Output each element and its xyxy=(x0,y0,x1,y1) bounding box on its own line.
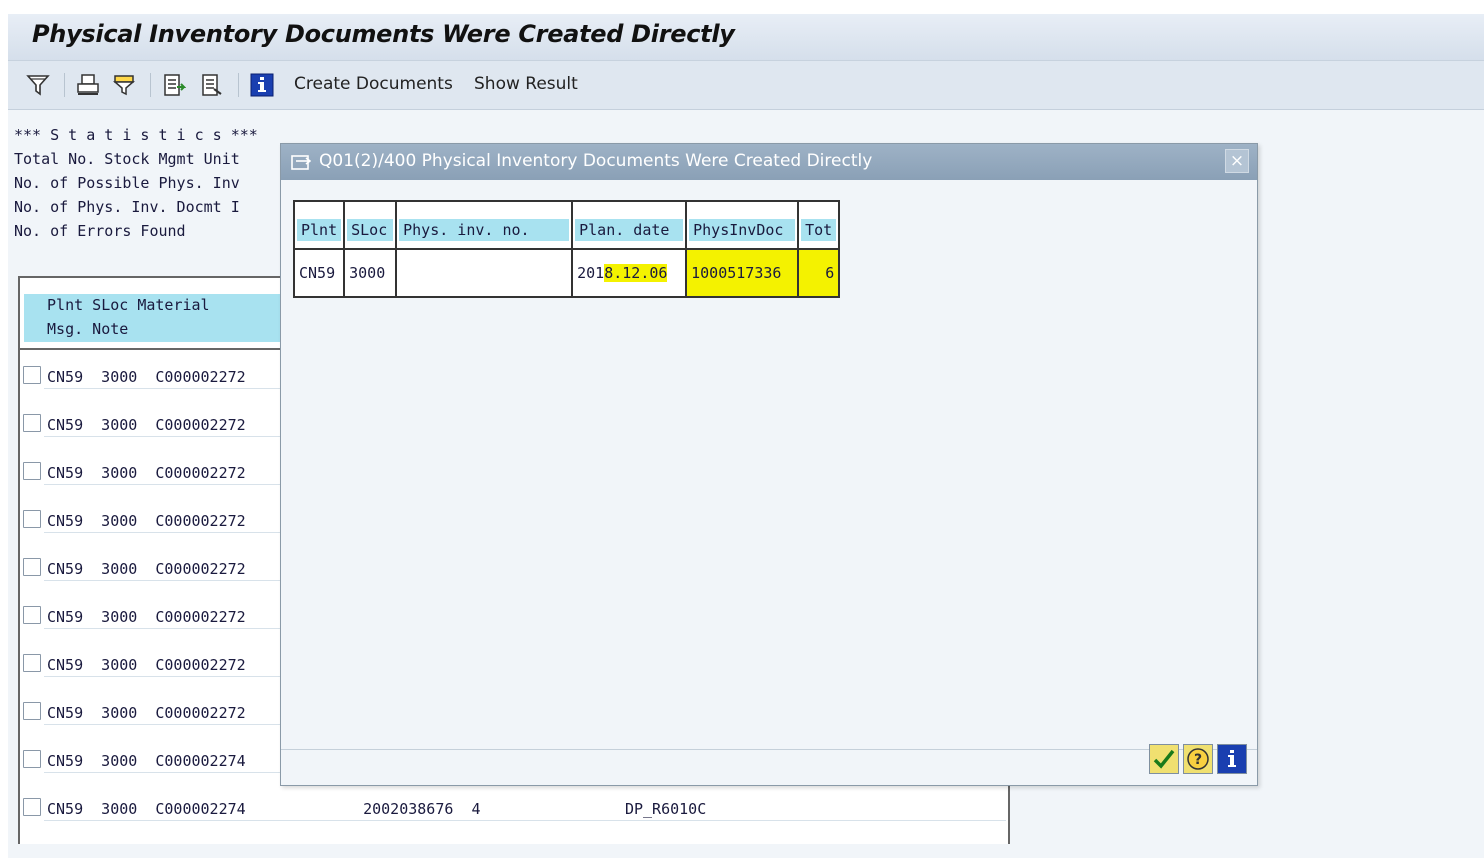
application-toolbar: Create Documents Show Result xyxy=(8,61,1484,110)
toolbar-separator xyxy=(150,73,151,97)
cell-sloc: 3000 xyxy=(349,264,386,282)
list-item-text: CN59 3000 C000002272 xyxy=(47,464,246,482)
row-select-checkbox[interactable] xyxy=(23,558,41,576)
statistics-line: Total No. Stock Mgmt Unit xyxy=(14,150,240,168)
window-icon xyxy=(291,155,311,170)
cell-plnt: CN59 xyxy=(299,264,336,282)
page-title: Physical Inventory Documents Were Create… xyxy=(32,20,735,48)
plan-date-prefix: 201 xyxy=(577,264,605,282)
row-select-checkbox[interactable] xyxy=(23,510,41,528)
list-item-text: CN59 3000 C000002272 xyxy=(47,560,246,578)
cell-physinvdoc: 1000517336 xyxy=(691,264,782,282)
filter-icon[interactable] xyxy=(26,73,50,97)
list-header-line1: Plnt SLoc Material xyxy=(38,296,210,314)
export-local-icon[interactable] xyxy=(200,73,224,97)
cell-plan-date: 2018.12.06 xyxy=(573,250,685,296)
row-select-checkbox[interactable] xyxy=(23,462,41,480)
create-documents-button[interactable]: Create Documents xyxy=(294,74,453,94)
statistics-line: No. of Phys. Inv. Docmt I xyxy=(14,198,240,216)
dialog-title: Q01(2)/400 Physical Inventory Documents … xyxy=(319,151,873,171)
result-dialog: Q01(2)/400 Physical Inventory Documents … xyxy=(280,143,1258,786)
plan-date-highlighted: 8.12.06 xyxy=(604,264,668,282)
help-icon[interactable]: ? xyxy=(1183,744,1213,774)
statistics-line: No. of Errors Found xyxy=(14,222,186,240)
list-item-text: CN59 3000 C000002272 xyxy=(47,656,246,674)
list-item-text: CN59 3000 C000002274 2002038676 4 DP_R60… xyxy=(47,800,707,818)
row-select-checkbox[interactable] xyxy=(23,798,41,816)
toolbar-separator xyxy=(64,73,65,97)
column-header-plnt[interactable]: Plnt xyxy=(297,219,342,241)
dialog-titlebar[interactable]: Q01(2)/400 Physical Inventory Documents … xyxy=(281,144,1257,180)
divider xyxy=(281,749,1257,750)
cell-tot: 6 xyxy=(825,264,835,282)
column-header-physinvdoc[interactable]: PhysInvDoc xyxy=(689,219,796,241)
list-item-text: CN59 3000 C000002272 xyxy=(47,368,246,386)
toolbar-separator xyxy=(238,73,239,97)
column-header-phys-inv-no[interactable]: Phys. inv. no. xyxy=(399,219,570,241)
close-icon[interactable]: × xyxy=(1225,149,1249,173)
list-item-text: CN59 3000 C000002274 xyxy=(47,752,246,770)
svg-text:?: ? xyxy=(1194,752,1202,768)
row-select-checkbox[interactable] xyxy=(23,654,41,672)
table-header-row: Plnt SLoc Phys. inv. no. Plan. date Phys… xyxy=(292,200,841,250)
info-icon[interactable] xyxy=(1217,744,1247,774)
list-item-text: CN59 3000 C000002272 xyxy=(47,704,246,722)
table-row[interactable]: CN59 3000 2018.12.06 1000517336 6 xyxy=(292,248,841,298)
documents-table: Plnt SLoc Phys. inv. no. Plan. date Phys… xyxy=(292,200,841,298)
row-select-checkbox[interactable] xyxy=(23,606,41,624)
list-item-text: CN59 3000 C000002272 xyxy=(47,512,246,530)
statistics-line: No. of Possible Phys. Inv xyxy=(14,174,240,192)
list-item-text: CN59 3000 C000002272 xyxy=(47,608,246,626)
check-icon[interactable] xyxy=(1149,744,1179,774)
show-result-button[interactable]: Show Result xyxy=(474,74,578,94)
list-item-text: CN59 3000 C000002272 xyxy=(47,416,246,434)
export-icon[interactable] xyxy=(162,73,186,97)
column-header-plan-date[interactable]: Plan. date xyxy=(575,219,684,241)
statistics-heading: *** S t a t i s t i c s *** xyxy=(14,126,258,144)
column-header-sloc[interactable]: SLoc xyxy=(347,219,394,241)
print-icon[interactable] xyxy=(76,73,100,97)
row-select-checkbox[interactable] xyxy=(23,366,41,384)
list-header-line2: Msg. Note xyxy=(38,320,129,338)
row-select-checkbox[interactable] xyxy=(23,414,41,432)
column-header-tot[interactable]: Tot xyxy=(801,219,837,241)
print-filter-icon[interactable] xyxy=(112,73,136,97)
row-select-checkbox[interactable] xyxy=(23,750,41,768)
info-icon[interactable] xyxy=(250,73,274,97)
row-select-checkbox[interactable] xyxy=(23,702,41,720)
